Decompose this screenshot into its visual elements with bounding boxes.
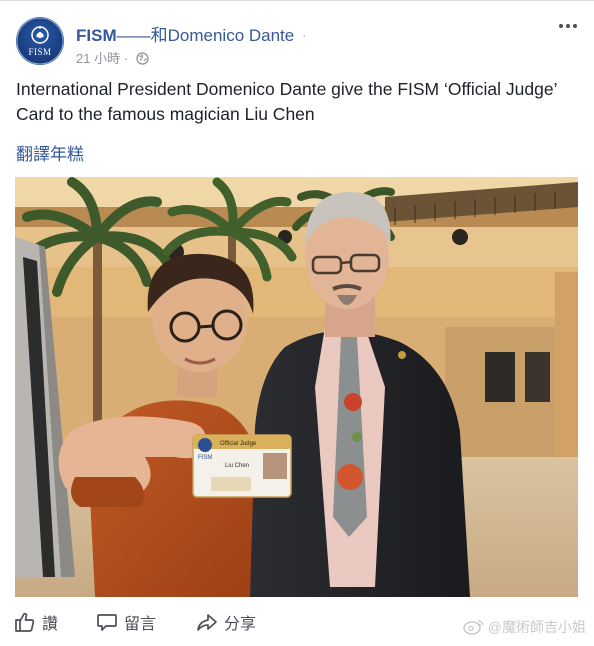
like-button[interactable]: 讚 [14, 609, 58, 635]
share-arrow-icon [197, 614, 217, 631]
share-button[interactable]: 分享 [196, 609, 256, 635]
fism-logo-icon [16, 17, 64, 65]
card-name-text: Liu Chen [225, 463, 249, 469]
post-timestamp[interactable]: 21 小時 [76, 51, 120, 66]
post-card: FISM FISM——和Domenico Dante · 21 小時 · Inte… [0, 0, 594, 646]
avatar[interactable]: FISM [16, 17, 64, 65]
like-label: 讚 [42, 616, 59, 633]
post-header: FISM FISM——和Domenico Dante · 21 小時 · [16, 15, 582, 67]
tagged-person-link[interactable]: Domenico Dante [168, 26, 295, 45]
card-logo-text: FISM [198, 455, 212, 461]
post-photo[interactable]: Official Judge FISM Liu Chen [15, 177, 578, 597]
meta-dot: · [120, 51, 132, 66]
thumbs-up-icon [15, 612, 35, 632]
globe-icon[interactable] [135, 52, 149, 68]
post-text: International President Domenico Dante g… [16, 79, 557, 124]
page-name-link[interactable]: FISM [76, 26, 117, 45]
see-translation-link[interactable]: 翻譯年糕 [16, 140, 84, 165]
comment-label: 留言 [124, 616, 157, 633]
weibo-watermark: @魔術師吉小姐 [463, 617, 586, 638]
share-label: 分享 [224, 616, 257, 633]
comment-bubble-icon [97, 614, 117, 631]
more-options-icon[interactable] [556, 19, 580, 33]
comment-button[interactable]: 留言 [96, 609, 156, 635]
with-separator: ——和 [116, 26, 168, 45]
card-header-text: Official Judge [220, 441, 257, 447]
weibo-logo-icon [463, 618, 485, 638]
author-line-marker: · [302, 28, 307, 42]
post-author-line: FISM——和Domenico Dante · [76, 21, 306, 46]
avatar-label: FISM [28, 47, 52, 57]
watermark-text: @魔術師吉小姐 [487, 619, 586, 635]
post-meta: 21 小時 · [76, 48, 149, 68]
